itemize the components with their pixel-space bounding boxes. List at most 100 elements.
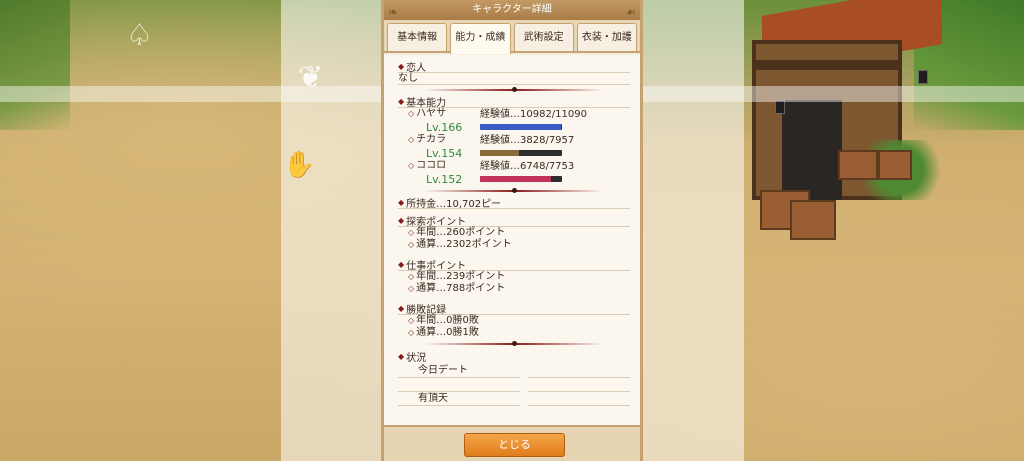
status-item: 有頂天 (398, 392, 520, 406)
ability-level: Lv.154 (426, 147, 463, 160)
diamond-icon: ◆ (398, 351, 405, 361)
glove-icon: ✋ (283, 150, 316, 180)
section-work: ◆ 仕事ポイント (398, 259, 630, 272)
section-explore: ◆ 探索ポイント (398, 215, 630, 228)
ability-exp: 経験値…6748/7753 (480, 161, 575, 172)
bar-fill (480, 124, 562, 130)
tab-ability-record[interactable]: 能力・成績 (450, 23, 511, 54)
house-beam (752, 60, 902, 70)
tab-bar: 基本情報 能力・成績 武術設定 衣装・加護 (384, 20, 640, 54)
record-yearly: ◇ 年間…0勝0敗 (398, 315, 630, 327)
lover-value: なし (398, 73, 630, 85)
work-total: ◇ 通算…788ポイント (398, 283, 630, 295)
haze-right (643, 0, 744, 461)
explore-total: ◇ 通算…2302ポイント (398, 239, 630, 251)
divider (398, 86, 630, 94)
ability-exp: 経験値…10982/11090 (480, 109, 587, 120)
diamond-icon: ◆ (398, 304, 405, 313)
section-title-status: 状況 (406, 352, 427, 364)
ability-exp-bar (480, 121, 630, 134)
diamond-icon: ◆ (398, 97, 405, 106)
section-title-lover: 恋人 (406, 63, 427, 74)
lamp-icon (918, 70, 928, 84)
diamond-icon: ◆ (398, 260, 405, 269)
panel-footer: とじる (384, 425, 640, 461)
explore-yearly: ◇ 年間…260ポイント (398, 227, 630, 239)
lamp-icon (775, 100, 785, 114)
tab-costume-blessing[interactable]: 衣装・加護 (576, 23, 637, 51)
work-yearly-text: 年間…239ポイント (416, 271, 506, 282)
section-title-record: 勝敗記録 (406, 305, 447, 316)
crate (790, 200, 836, 240)
section-title-abilities: 基本能力 (406, 98, 447, 109)
close-button[interactable]: とじる (464, 433, 565, 457)
status-item: 今日デート (398, 364, 520, 378)
status-empty (398, 378, 520, 392)
corner-ornament-icon: ☙ (625, 5, 636, 19)
status-empty (528, 378, 630, 392)
ability-hayasa: ◇ ハヤサ 経験値…10982/11090 Lv.166 (398, 108, 630, 134)
grass-left (0, 0, 70, 130)
status-empty (528, 364, 630, 378)
hollow-diamond-icon: ◇ (408, 135, 415, 144)
work-total-text: 通算…788ポイント (416, 283, 506, 294)
hollow-diamond-icon: ◇ (408, 161, 415, 170)
panel-header: ❧ キャラクター詳細 ☙ (384, 0, 640, 20)
house-door (782, 100, 842, 200)
spade-ornament-icon: ♤ (126, 18, 153, 53)
ability-chikara: ◇ チカラ 経験値…3828/7957 Lv.154 (398, 134, 630, 160)
status-empty (528, 392, 630, 406)
explore-yearly-text: 年間…260ポイント (416, 227, 506, 238)
hollow-diamond-icon: ◇ (408, 284, 415, 293)
content-area: ◆ 恋人 なし ◆ 基本能力 ◇ ハヤサ 経験値…10982/11090 Lv.1… (384, 55, 640, 425)
diamond-icon: ◆ (398, 62, 405, 71)
section-money: ◆ 所持金…10,702ピー (398, 197, 630, 210)
panel-title: キャラクター詳細 (472, 4, 552, 15)
ability-level: Lv.166 (426, 121, 463, 134)
ability-level: Lv.152 (426, 173, 463, 186)
ability-name-text: チカラ (416, 134, 447, 145)
haze-left (281, 0, 382, 461)
money-text: 所持金…10,702ピー (406, 199, 502, 210)
ability-kokoro: ◇ ココロ 経験値…6748/7753 Lv.152 (398, 160, 630, 186)
corner-ornament-icon: ❧ (388, 5, 399, 19)
status-grid: 今日デート 有頂天 (398, 364, 630, 406)
ability-exp: 経験値…3828/7957 (480, 135, 575, 146)
record-total: ◇ 通算…0勝1敗 (398, 327, 630, 339)
hollow-diamond-icon: ◇ (408, 109, 415, 118)
ability-exp-bar (480, 147, 630, 160)
record-total-text: 通算…0勝1敗 (416, 327, 479, 338)
record-yearly-text: 年間…0勝0敗 (416, 315, 479, 326)
ability-name: ◇ ココロ (398, 160, 480, 172)
diamond-icon: ◆ (398, 216, 405, 225)
divider (398, 187, 630, 195)
hollow-diamond-icon: ◇ (408, 272, 415, 281)
section-record: ◆ 勝敗記録 (398, 303, 630, 316)
tab-basic-info[interactable]: 基本情報 (387, 23, 448, 51)
hollow-diamond-icon: ◇ (408, 240, 415, 249)
section-abilities: ◆ 基本能力 (398, 96, 630, 109)
crate (838, 150, 878, 180)
work-yearly: ◇ 年間…239ポイント (398, 271, 630, 283)
diamond-icon: ◆ (398, 198, 405, 207)
ability-name: ◇ チカラ (398, 134, 480, 146)
section-title-explore: 探索ポイント (406, 217, 467, 228)
hollow-diamond-icon: ◇ (408, 328, 415, 337)
ability-exp-bar (480, 173, 630, 186)
crate (878, 150, 912, 180)
swirl-ornament-icon: ❦ (298, 60, 324, 95)
hollow-diamond-icon: ◇ (408, 316, 415, 325)
ability-name: ◇ ハヤサ (398, 108, 480, 120)
section-lover: ◆ 恋人 (398, 61, 630, 74)
tab-martial-arts[interactable]: 武術設定 (513, 23, 574, 51)
explore-total-text: 通算…2302ポイント (416, 239, 512, 250)
character-detail-panel: ❧ キャラクター詳細 ☙ 基本情報 能力・成績 武術設定 衣装・加護 ◆ 恋人 … (381, 0, 643, 461)
divider (398, 340, 630, 348)
hollow-diamond-icon: ◇ (408, 228, 415, 237)
section-status: ◆ 状況 (398, 350, 630, 364)
bar-fill (480, 176, 552, 182)
ability-name-text: ハヤサ (416, 108, 447, 119)
section-title-work: 仕事ポイント (406, 261, 467, 272)
ability-name-text: ココロ (416, 160, 447, 171)
bar-fill (480, 150, 520, 156)
